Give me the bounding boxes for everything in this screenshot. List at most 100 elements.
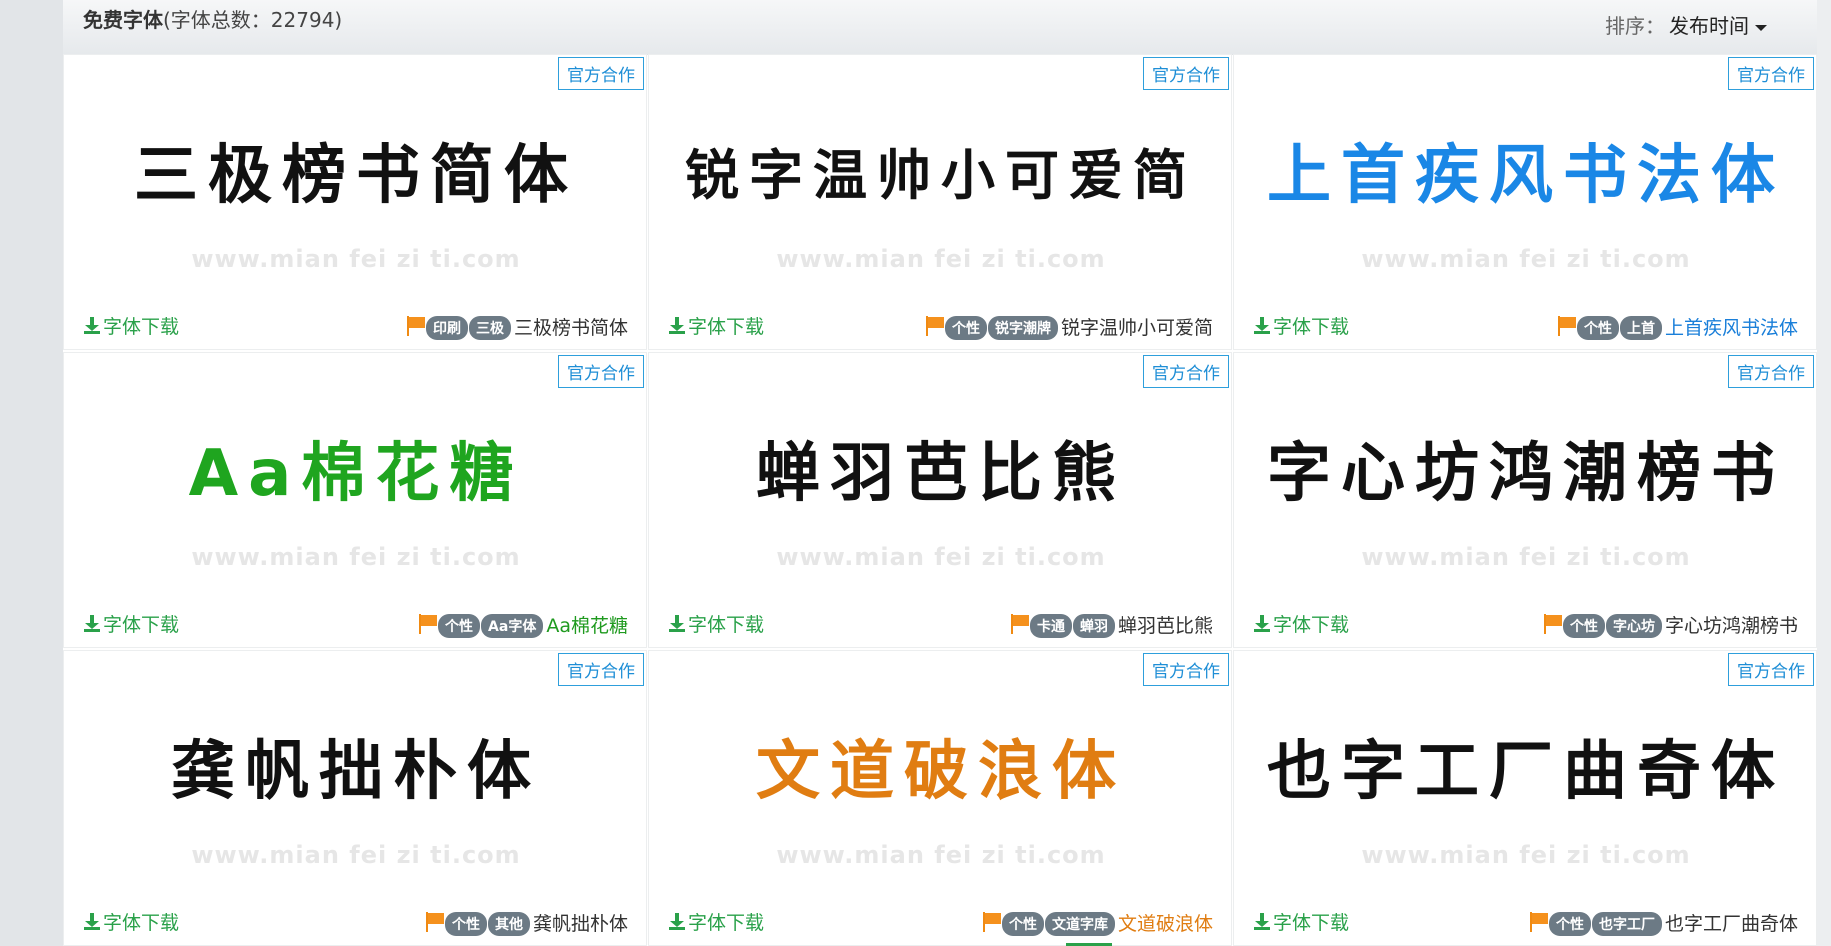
font-card[interactable]: 官方合作 文道破浪体 www.mian fei zi ti.com 字体下载 个… (648, 650, 1232, 946)
tag-badge[interactable]: 卡通 (1029, 614, 1072, 638)
tag-badge[interactable]: 蝉羽 (1072, 614, 1115, 638)
font-card[interactable]: 官方合作 字心坊鸿潮榜书 www.mian fei zi ti.com 字体下载… (1233, 352, 1817, 648)
download-icon (84, 913, 100, 931)
font-meta: 个性 也字工厂 也字工厂曲奇体 (1529, 909, 1798, 936)
flag-icon (1010, 614, 1029, 634)
official-partner-badge[interactable]: 官方合作 (558, 57, 644, 90)
official-partner-badge[interactable]: 官方合作 (1728, 653, 1814, 686)
watermark-text: www.mian fei zi ti.com (1361, 245, 1691, 273)
tag-badge[interactable]: 字心坊 (1605, 614, 1662, 638)
download-label: 字体下载 (103, 912, 180, 934)
official-partner-badge[interactable]: 官方合作 (1143, 653, 1229, 686)
official-partner-badge[interactable]: 官方合作 (1728, 355, 1814, 388)
font-meta: 卡通 蝉羽 蝉羽芭比熊 (1010, 611, 1213, 638)
font-name-link[interactable]: 上首疾风书法体 (1665, 317, 1798, 339)
tag-badge[interactable]: 个性 (1576, 316, 1619, 340)
tag-badge[interactable]: 个性 (1562, 614, 1605, 638)
font-name-link[interactable]: 也字工厂曲奇体 (1665, 913, 1798, 935)
official-partner-badge[interactable]: 官方合作 (1143, 57, 1229, 90)
font-meta: 个性 上首 上首疾风书法体 (1557, 313, 1798, 340)
font-card[interactable]: 官方合作 也字工厂曲奇体 www.mian fei zi ti.com 字体下载… (1233, 650, 1817, 946)
watermark-text: www.mian fei zi ti.com (776, 543, 1106, 571)
font-preview[interactable]: 文道破浪体 (649, 691, 1233, 841)
sort-value: 发布时间 (1669, 14, 1749, 38)
download-label: 字体下载 (1273, 614, 1350, 636)
font-name-link[interactable]: 龚帆拙朴体 (533, 913, 628, 935)
tag-badge[interactable]: 个性 (1001, 912, 1044, 936)
official-partner-badge[interactable]: 官方合作 (558, 653, 644, 686)
download-link[interactable]: 字体下载 (669, 908, 764, 935)
preview-text: 锐字温帅小可爱简 (685, 143, 1197, 207)
font-name-link[interactable]: 三极榜书简体 (514, 317, 628, 339)
font-name-link[interactable]: 锐字温帅小可爱简 (1061, 317, 1213, 339)
tag-badge[interactable]: 锐字潮牌 (987, 316, 1058, 340)
flag-icon (1557, 316, 1576, 336)
font-card[interactable]: 官方合作 龚帆拙朴体 www.mian fei zi ti.com 字体下载 个… (63, 650, 647, 946)
font-preview[interactable]: 字心坊鸿潮榜书 (1234, 393, 1818, 543)
tag-badge[interactable]: 文道字库 (1044, 912, 1115, 936)
download-link[interactable]: 字体下载 (669, 312, 764, 339)
tag-badge[interactable]: 个性 (438, 614, 481, 638)
font-list-panel: 免费字体(字体总数：22794) 排序： 发布时间 官方合作 三极榜书简体 www… (63, 0, 1817, 946)
preview-text: 龚帆拙朴体 (171, 735, 541, 809)
tag-badge[interactable]: 个性 (944, 316, 987, 340)
font-meta: 个性 字心坊 字心坊鸿潮榜书 (1543, 611, 1798, 638)
download-link[interactable]: 字体下载 (669, 610, 764, 637)
tag-badge[interactable]: 其他 (487, 912, 530, 936)
font-name-link[interactable]: 文道破浪体 (1118, 913, 1213, 935)
font-card[interactable]: 官方合作 蝉羽芭比熊 www.mian fei zi ti.com 字体下载 卡… (648, 352, 1232, 648)
preview-text: 文道破浪体 (756, 735, 1126, 809)
watermark-text: www.mian fei zi ti.com (191, 841, 521, 869)
official-partner-badge[interactable]: 官方合作 (1143, 355, 1229, 388)
font-preview[interactable]: 蝉羽芭比熊 (649, 393, 1233, 543)
page-title: 免费字体(字体总数：22794) (83, 4, 342, 33)
font-preview[interactable]: 三极榜书简体 (64, 95, 648, 245)
font-preview[interactable]: 也字工厂曲奇体 (1234, 691, 1818, 841)
tag-badge[interactable]: 也字工厂 (1591, 912, 1662, 936)
watermark-text: www.mian fei zi ti.com (1361, 543, 1691, 571)
font-card[interactable]: 官方合作 锐字温帅小可爱简 www.mian fei zi ti.com 字体下… (648, 54, 1232, 350)
download-link[interactable]: 字体下载 (84, 908, 179, 935)
flag-icon (406, 316, 425, 336)
flag-icon (982, 912, 1001, 932)
download-label: 字体下载 (688, 912, 765, 934)
download-link[interactable]: 字体下载 (84, 610, 179, 637)
preview-text: 三极榜书简体 (134, 139, 578, 213)
tag-badge[interactable]: Aa字体 (481, 614, 544, 638)
font-meta: 个性 其他 龚帆拙朴体 (425, 909, 628, 936)
font-count: (字体总数：22794) (163, 8, 343, 32)
font-card[interactable]: 官方合作 Aa棉花糖 www.mian fei zi ti.com 字体下载 个… (63, 352, 647, 648)
tag-badge[interactable]: 个性 (1548, 912, 1591, 936)
download-label: 字体下载 (103, 614, 180, 636)
font-preview[interactable]: 龚帆拙朴体 (64, 691, 648, 841)
font-card[interactable]: 官方合作 三极榜书简体 www.mian fei zi ti.com 字体下载 … (63, 54, 647, 350)
tag-badge[interactable]: 印刷 (425, 316, 468, 340)
font-meta: 个性 文道字库 文道破浪体 (982, 909, 1213, 936)
watermark-text: www.mian fei zi ti.com (191, 245, 521, 273)
preview-text: 字心坊鸿潮榜书 (1267, 437, 1785, 511)
font-meta: 印刷 三极 三极榜书简体 (406, 313, 628, 340)
preview-text: 也字工厂曲奇体 (1267, 735, 1785, 809)
font-card[interactable]: 官方合作 上首疾风书法体 www.mian fei zi ti.com 字体下载… (1233, 54, 1817, 350)
font-preview[interactable]: 锐字温帅小可爱简 (649, 95, 1233, 245)
sort-dropdown[interactable]: 发布时间 (1669, 14, 1767, 38)
official-partner-badge[interactable]: 官方合作 (1728, 57, 1814, 90)
list-header: 免费字体(字体总数：22794) 排序： 发布时间 (63, 0, 1817, 55)
font-name-link[interactable]: Aa棉花糖 (546, 615, 628, 637)
download-link[interactable]: 字体下载 (1254, 312, 1349, 339)
download-link[interactable]: 字体下载 (1254, 908, 1349, 935)
official-partner-badge[interactable]: 官方合作 (558, 355, 644, 388)
tag-badge[interactable]: 上首 (1619, 316, 1662, 340)
download-icon (669, 615, 685, 633)
tag-badge[interactable]: 三极 (468, 316, 511, 340)
download-link[interactable]: 字体下载 (1254, 610, 1349, 637)
tag-badge[interactable]: 个性 (444, 912, 487, 936)
download-icon (1254, 317, 1270, 335)
font-preview[interactable]: 上首疾风书法体 (1234, 95, 1818, 245)
title-text: 免费字体 (83, 8, 163, 32)
font-preview[interactable]: Aa棉花糖 (64, 393, 648, 543)
font-name-link[interactable]: 字心坊鸿潮榜书 (1665, 615, 1798, 637)
font-name-link[interactable]: 蝉羽芭比熊 (1118, 615, 1213, 637)
font-grid: 官方合作 三极榜书简体 www.mian fei zi ti.com 字体下载 … (63, 54, 1817, 946)
download-link[interactable]: 字体下载 (84, 312, 179, 339)
